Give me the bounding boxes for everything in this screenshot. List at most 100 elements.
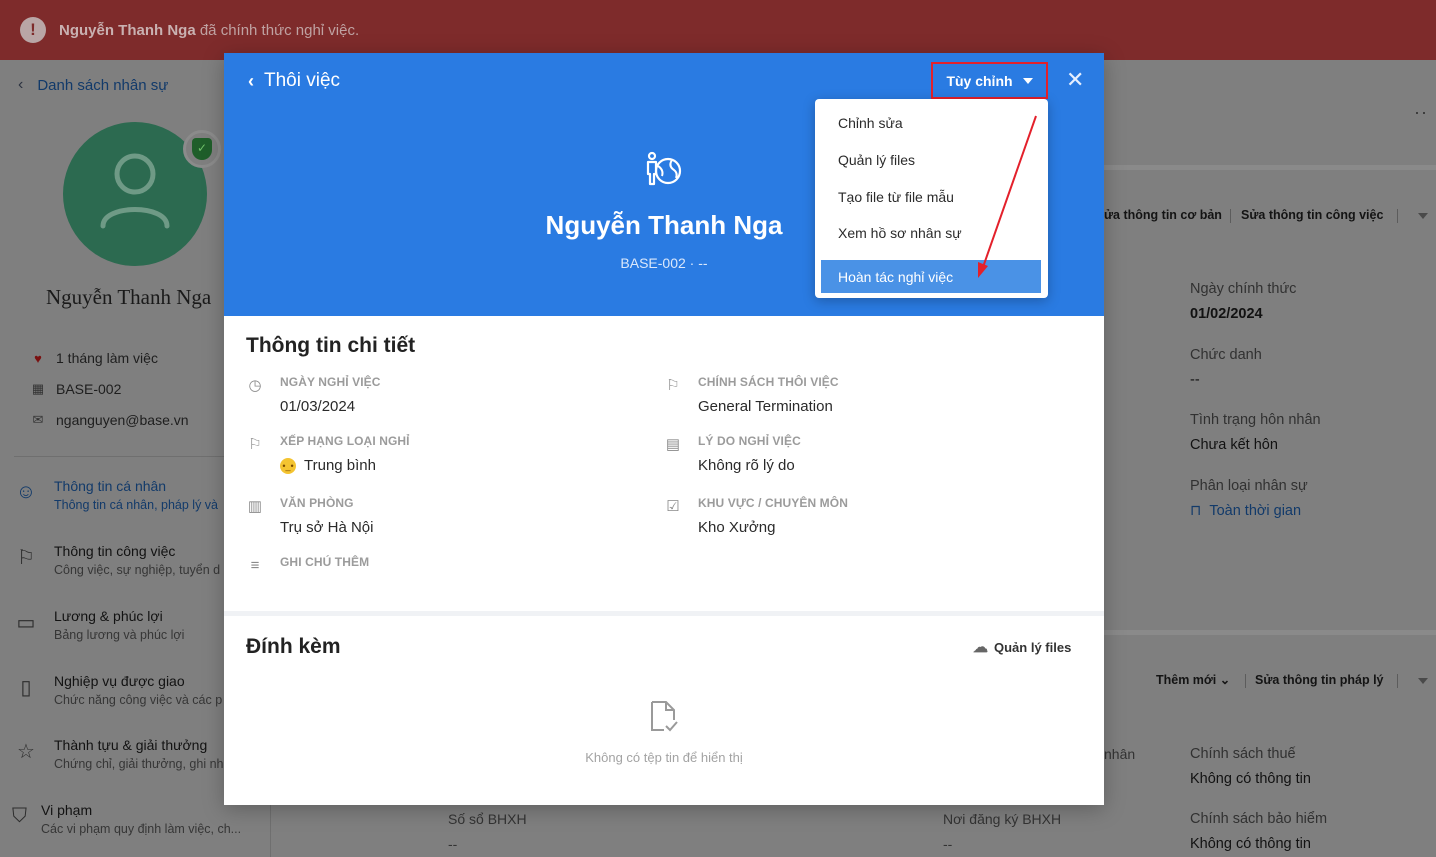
person-icon: ☺: [15, 480, 37, 503]
nav-item-salary[interactable]: ▭ Lương & phúc lợi Bảng lương và phúc lợi: [12, 608, 224, 642]
field-employee-type: Phân loại nhân sự ⊓ Toàn thời gian: [1190, 478, 1308, 519]
nav-title: Vi phạm: [41, 802, 93, 818]
menu-item-view-profile[interactable]: Xem hồ sơ nhân sự: [821, 216, 1041, 249]
field-value: 01/03/2024: [280, 398, 356, 415]
flag-icon: ⚐: [666, 377, 680, 394]
divider: [224, 611, 1104, 616]
nav-title: Thông tin công việc: [54, 543, 176, 559]
back-to-list-link[interactable]: ‹ Danh sách nhân sự: [18, 76, 168, 94]
caret-down-icon[interactable]: [1418, 678, 1428, 684]
details-section-title: Thông tin chi tiết: [246, 334, 416, 357]
flag-icon: ⚐: [248, 436, 262, 453]
chevron-left-icon: ‹: [18, 76, 24, 93]
manage-files-label: Quản lý files: [994, 639, 1072, 655]
nav-item-achievements[interactable]: ☆ Thành tựu & giải thưởng Chứng chỉ, giải…: [12, 737, 224, 771]
field-label: Chức danh: [1190, 347, 1262, 363]
heart-icon: ♥: [34, 350, 42, 366]
nav-subtitle: Các vi phạm quy định làm việc, ch...: [41, 822, 242, 836]
field-area: ☑ KHU VỰC / CHUYÊN MÔN Kho Xưởng: [664, 496, 848, 536]
nav-subtitle: Thông tin cá nhân, pháp lý và: [54, 498, 219, 512]
caret-down-icon: [1022, 77, 1033, 84]
edit-basic-info-action[interactable]: ửa thông tin cơ bản: [1104, 208, 1222, 222]
menu-item-manage-files[interactable]: Quản lý files: [821, 143, 1041, 176]
banner-text: đã chính thức nghỉ việc.: [199, 21, 360, 39]
nav-subtitle: Công việc, sự nghiệp, tuyển d: [54, 563, 221, 577]
flag-icon: ⚐: [17, 546, 35, 569]
email-row: ✉ nganguyen@base.vn: [30, 412, 189, 428]
field-label: LÝ DO NGHỈ VIỆC: [698, 434, 801, 448]
edit-legal-info-action[interactable]: Sửa thông tin pháp lý: [1255, 673, 1384, 687]
field-label: XẾP HẠNG LOẠI NGHỈ: [280, 434, 410, 448]
field-label: Chính sách bảo hiểm: [1190, 811, 1328, 827]
code-value: BASE-002: [56, 381, 122, 397]
field-value: --: [1190, 372, 1200, 388]
neutral-face-icon: •_•: [280, 457, 296, 474]
field-leave-date: ◷ NGÀY NGHỈ VIỆC 01/03/2024: [246, 375, 381, 415]
notes-icon: ≡: [250, 556, 260, 574]
field-label: Ngày chính thức: [1190, 281, 1297, 297]
alert-banner: ! Nguyễn Thanh Nga đã chính thức nghỉ vi…: [0, 0, 1436, 60]
nav-item-violations[interactable]: ⛉ Vi phạm Các vi phạm quy định làm việc, …: [12, 802, 241, 836]
mail-icon: ✉: [32, 412, 44, 427]
partial-label: nhân: [1104, 746, 1136, 762]
nav-item-assigned-tasks[interactable]: ▯ Nghiệp vụ được giao Chức năng công việc…: [12, 673, 224, 707]
separator: [1245, 674, 1246, 688]
modal-back-button[interactable]: ‹ Thôi việc: [248, 70, 340, 92]
divider: [1104, 630, 1436, 635]
nav-subtitle: Chứng chỉ, giải thưởng, ghi nh: [54, 757, 224, 771]
field-label: NGÀY NGHỈ VIỆC: [280, 375, 381, 389]
code-row: ▦ BASE-002: [30, 381, 122, 397]
manage-files-link[interactable]: ☁ Quản lý files: [973, 638, 1071, 656]
field-label: CHÍNH SÁCH THÔI VIỆC: [698, 375, 839, 389]
email-value: nganguyen@base.vn: [56, 412, 189, 428]
nav-item-job-info[interactable]: ⚐ Thông tin công việc Công việc, sự nghiệ…: [12, 543, 224, 577]
user-icon: [100, 153, 170, 229]
modal-title: Thôi việc: [264, 70, 341, 91]
add-new-action[interactable]: Thêm mới ⌄: [1156, 672, 1230, 687]
field-value: Chưa kết hôn: [1190, 437, 1278, 453]
empty-state-text: Không có tệp tin để hiển thị: [585, 750, 743, 765]
bhxh-number-label: Số sổ BHXH: [448, 811, 527, 827]
bhxh-place-value: --: [943, 836, 953, 852]
menu-item-create-from-template[interactable]: Tạo file từ file mẫu: [821, 180, 1041, 213]
menu-item-edit[interactable]: Chỉnh sửa: [821, 106, 1041, 139]
field-value: Kho Xưởng: [698, 519, 776, 536]
field-label: Tình trạng hôn nhân: [1190, 412, 1321, 428]
field-label: KHU VỰC / CHUYÊN MÔN: [698, 496, 848, 510]
field-value: Không có thông tin: [1190, 836, 1311, 852]
separator: [1397, 209, 1398, 223]
caret-down-icon[interactable]: [1418, 213, 1428, 219]
field-value: Trung bình: [304, 457, 376, 474]
nav-item-personal-info[interactable]: ☺ Thông tin cá nhân Thông tin cá nhân, ph…: [12, 478, 224, 512]
nav-title: Nghiệp vụ được giao: [54, 673, 185, 689]
nav-subtitle: Bảng lương và phúc lợi: [54, 628, 185, 642]
field-official-date: Ngày chính thức 01/02/2024: [1190, 281, 1296, 322]
field-label: VĂN PHÒNG: [280, 496, 354, 510]
customize-button[interactable]: Tùy chỉnh: [931, 62, 1048, 99]
customize-label: Tùy chỉnh: [946, 72, 1013, 89]
field-job-title: Chức danh --: [1190, 347, 1262, 388]
separator: [1230, 209, 1231, 223]
more-icon[interactable]: ··: [1414, 102, 1428, 123]
building-icon: ▥: [247, 498, 263, 515]
add-new-label: Thêm mới: [1156, 673, 1217, 687]
clock-icon: ◷: [248, 377, 262, 394]
field-leave-rating: ⚐ XẾP HẠNG LOẠI NGHỈ •_• Trung bình: [246, 434, 410, 474]
warning-icon: !: [20, 17, 46, 43]
field-value: 01/02/2024: [1190, 306, 1263, 322]
field-value: Toàn thời gian: [1209, 503, 1302, 519]
menu-item-undo-resignation[interactable]: Hoàn tác nghỉ việc: [821, 260, 1041, 293]
employee-name: Nguyễn Thanh Nga: [46, 285, 212, 309]
field-leave-reason: ▤ LÝ DO NGHỈ VIỆC Không rõ lý do: [664, 434, 801, 474]
separator: [1397, 674, 1398, 688]
close-icon[interactable]: ✕: [1066, 68, 1084, 92]
attachments-title: Đính kèm: [246, 635, 341, 658]
divider: [1104, 165, 1436, 170]
divider: [14, 456, 224, 457]
bhxh-place-label: Nơi đăng ký BHXH: [943, 811, 1062, 827]
employee-type-value[interactable]: ⊓ Toàn thời gian: [1190, 503, 1308, 519]
tenure-value: 1 tháng làm việc: [56, 350, 158, 366]
chevron-left-icon: ‹: [248, 70, 254, 91]
edit-job-info-action[interactable]: Sửa thông tin công việc: [1241, 208, 1383, 222]
star-icon: ☆: [17, 740, 35, 763]
